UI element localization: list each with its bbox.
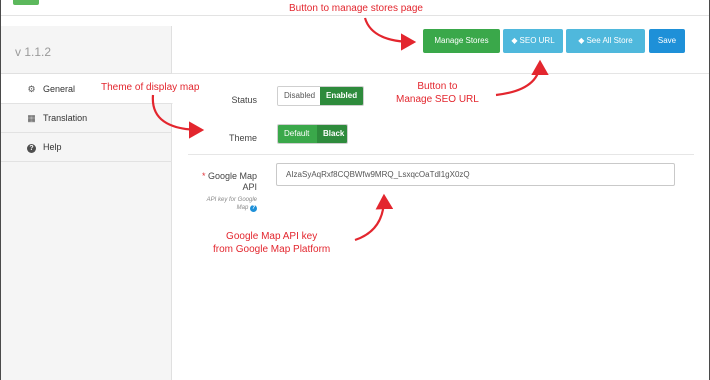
google-map-api-label-line1: Google Map: [207, 171, 257, 181]
annotation-api-line1: Google Map API key: [226, 231, 318, 242]
google-map-api-label: * Google Map API: [188, 171, 257, 193]
status-enabled-option[interactable]: Enabled: [320, 87, 363, 105]
theme-label: Theme: [228, 133, 257, 143]
annotation-api-line2: from Google Map Platform: [213, 244, 331, 255]
sidebar-item-label: Help: [43, 142, 62, 152]
question-icon[interactable]: ?: [250, 205, 257, 212]
tag-icon: ◆: [511, 36, 518, 45]
question-icon: ?: [26, 142, 37, 153]
seo-url-button[interactable]: ◆ SEO URL: [503, 29, 563, 53]
google-map-api-label-line2: API: [242, 182, 257, 192]
see-all-store-button[interactable]: ◆ See All Store: [566, 29, 645, 53]
google-map-api-input[interactable]: [276, 163, 675, 186]
theme-black-option[interactable]: Black: [317, 125, 347, 143]
google-map-api-help-line2: Map: [236, 205, 249, 211]
tag-icon: ◆: [578, 36, 585, 45]
version-label: v 1.1.2: [15, 45, 52, 59]
google-map-api-help-line1: API key for Google: [206, 197, 257, 203]
gear-icon: ⚙: [27, 84, 36, 94]
theme-default-option[interactable]: Default: [278, 125, 317, 143]
status-label: Status: [231, 95, 257, 105]
manage-stores-button[interactable]: Manage Stores: [423, 29, 500, 53]
sidebar-item-label: Translation: [43, 113, 88, 123]
top-green-button[interactable]: [13, 0, 39, 5]
seo-url-label: SEO URL: [519, 36, 555, 45]
translate-icon: ▦: [27, 113, 36, 123]
annotation-seo-line2: Manage SEO URL: [396, 94, 479, 105]
sidebar: ⚙ General ▦ Translation ? Help: [1, 75, 173, 380]
save-button[interactable]: Save: [649, 29, 685, 53]
theme-toggle: Default Black: [277, 124, 348, 144]
required-marker: *: [201, 171, 206, 181]
annotation-seo-line1: Button to: [417, 81, 458, 92]
sidebar-item-help[interactable]: ? Help: [1, 133, 172, 162]
annotation-manage-stores: Button to manage stores page: [289, 3, 423, 14]
annotation-theme: Theme of display map: [101, 82, 200, 93]
version-panel: v 1.1.2: [1, 26, 172, 74]
status-disabled-option[interactable]: Disabled: [278, 87, 320, 105]
sidebar-item-translation[interactable]: ▦ Translation: [1, 104, 172, 133]
sidebar-item-label: General: [43, 84, 76, 94]
annotation-seo-url: Button to Manage SEO URL: [396, 80, 479, 106]
arrow-to-api-input: [354, 193, 394, 242]
google-map-api-help-text: API key for Google Map ?: [188, 196, 257, 212]
form-divider: [188, 154, 694, 155]
see-all-store-label: See All Store: [586, 36, 633, 45]
status-toggle: Disabled Enabled: [277, 86, 364, 106]
annotation-google-map-api: Google Map API key from Google Map Platf…: [213, 230, 330, 256]
